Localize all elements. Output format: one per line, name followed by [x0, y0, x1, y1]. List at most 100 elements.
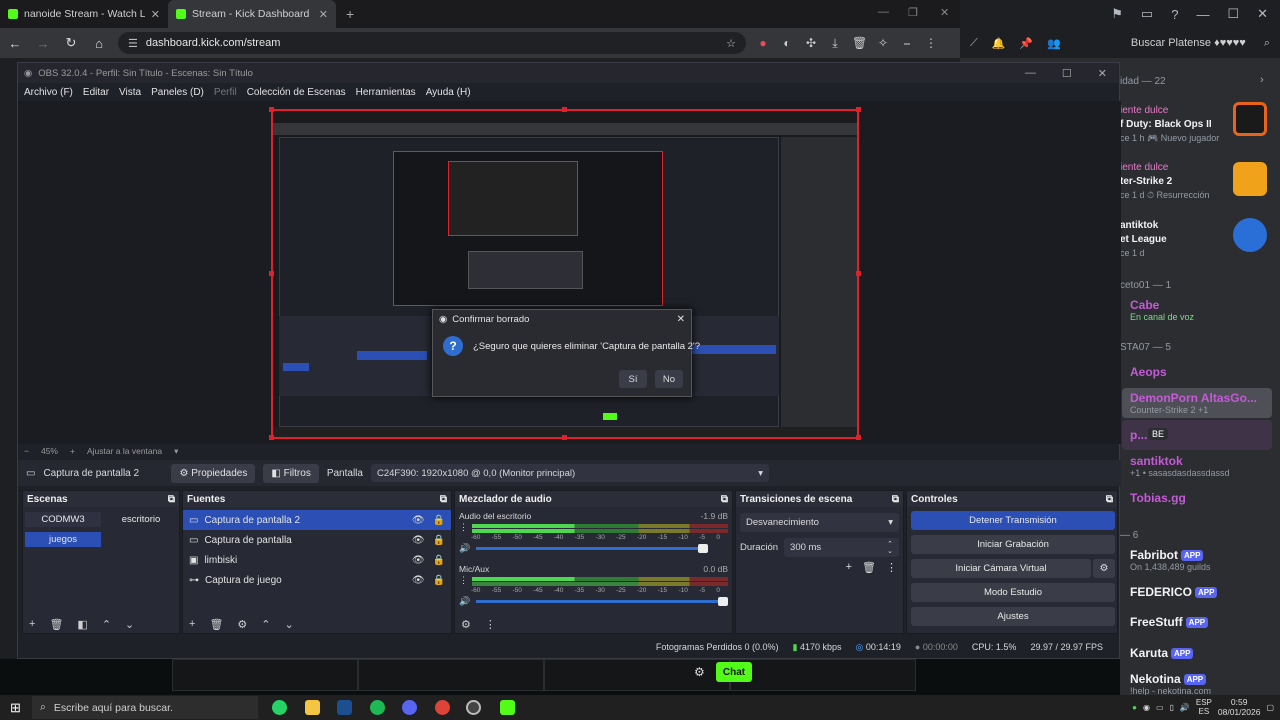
- filter-icon[interactable]: ◧: [77, 618, 87, 631]
- volume-slider[interactable]: [476, 543, 708, 553]
- reload-icon[interactable]: ↻: [62, 35, 80, 51]
- add-icon[interactable]: +: [29, 618, 35, 630]
- slider-knob[interactable]: [718, 596, 728, 606]
- members-icon[interactable]: 👥: [1047, 37, 1061, 50]
- extension-shield-icon[interactable]: ◐: [780, 36, 794, 50]
- trash-icon[interactable]: 🗑: [209, 618, 223, 631]
- add-icon[interactable]: +: [189, 618, 195, 630]
- browser-tab-stream[interactable]: nanoide Stream - Watch Live o ✕: [0, 0, 168, 28]
- resize-handle[interactable]: [562, 435, 567, 440]
- tray-app-icon[interactable]: ●: [1132, 703, 1137, 712]
- properties-button[interactable]: ⚙ Propiedades: [171, 463, 256, 483]
- speaker-icon[interactable]: 🔊: [459, 596, 470, 607]
- minimize-icon[interactable]: —: [878, 6, 889, 18]
- zoom-out-icon[interactable]: −: [24, 446, 29, 456]
- scene-codmw3[interactable]: CODMW3: [25, 512, 101, 527]
- bookmark-star-icon[interactable]: ☆: [726, 37, 736, 50]
- close-window-icon[interactable]: ✕: [1257, 6, 1268, 22]
- obs-icon[interactable]: [466, 700, 481, 715]
- bot-federico[interactable]: FEDERICO APP: [1130, 585, 1218, 599]
- bot-fabribot[interactable]: Fabribot APP: [1130, 548, 1204, 562]
- kick-icon[interactable]: [500, 700, 515, 715]
- stop-streaming-button[interactable]: Detener Transmisión: [911, 511, 1115, 530]
- move-down-icon[interactable]: ⌄: [285, 618, 294, 631]
- undock-icon[interactable]: ⧉: [892, 494, 899, 505]
- close-window-icon[interactable]: ✕: [1098, 67, 1107, 80]
- member-aeops[interactable]: Aeops: [1130, 365, 1167, 379]
- new-tab-icon[interactable]: +: [336, 6, 364, 22]
- gear-icon[interactable]: ⚙: [237, 618, 247, 631]
- resize-handle[interactable]: [856, 271, 861, 276]
- eye-icon[interactable]: 👁: [412, 535, 425, 546]
- zoom-in-icon[interactable]: +: [70, 446, 75, 456]
- extension-star-icon[interactable]: ✧: [876, 36, 890, 50]
- transition-select[interactable]: Desvanecimiento ▾: [740, 513, 899, 532]
- eye-icon[interactable]: 👁: [412, 515, 425, 526]
- resize-handle[interactable]: [269, 107, 274, 112]
- resize-handle[interactable]: [856, 107, 861, 112]
- pin-thread-icon[interactable]: 📌: [1019, 37, 1033, 50]
- help-icon[interactable]: ?: [1171, 7, 1178, 22]
- menu-dots-icon[interactable]: ⋮: [485, 618, 496, 631]
- menu-ayuda[interactable]: Ayuda (H): [426, 87, 471, 98]
- settings-button[interactable]: Ajustes: [911, 607, 1115, 626]
- member-cabe[interactable]: Cabe: [1130, 298, 1159, 312]
- obs-preview[interactable]: ◉ Confirmar borrado ✕ ? ¿Seguro que quie…: [18, 101, 1121, 444]
- source-row[interactable]: ▭ Captura de pantalla 2 👁 🔒: [183, 510, 451, 530]
- chevron-down-icon[interactable]: ▾: [174, 446, 178, 457]
- trash-icon[interactable]: 🗑: [49, 618, 63, 631]
- lock-icon[interactable]: 🔒: [433, 515, 445, 526]
- minimize-icon[interactable]: —: [1025, 67, 1036, 80]
- close-tab-icon[interactable]: ✕: [319, 8, 328, 21]
- tray-app-icon[interactable]: ◉: [1143, 703, 1150, 712]
- extension-red-icon[interactable]: ●: [756, 36, 770, 50]
- menu-dots-icon[interactable]: ⋮: [459, 522, 468, 533]
- minimize-icon[interactable]: —: [1196, 7, 1209, 22]
- search-icon[interactable]: ⌕: [1264, 37, 1270, 50]
- close-icon[interactable]: ✕: [677, 314, 691, 325]
- move-up-icon[interactable]: ⌃: [102, 618, 111, 631]
- menu-dots-icon[interactable]: ⋮: [459, 575, 468, 586]
- menu-editar[interactable]: Editar: [83, 87, 109, 98]
- move-up-icon[interactable]: ⌃: [261, 618, 270, 631]
- duration-field[interactable]: 300 ms ⌃ ⌄: [784, 538, 899, 557]
- speaker-icon[interactable]: 🔊: [459, 543, 470, 554]
- discord-icon[interactable]: [402, 700, 417, 715]
- home-icon[interactable]: ⌂: [90, 36, 108, 51]
- eye-icon[interactable]: 👁: [412, 555, 425, 566]
- back-icon[interactable]: ←: [6, 36, 24, 51]
- member-santiktok[interactable]: santiktok: [1130, 454, 1183, 468]
- steam-icon[interactable]: [337, 700, 352, 715]
- inbox-flag-icon[interactable]: ⚑: [1111, 6, 1123, 22]
- undock-icon[interactable]: ⧉: [721, 494, 728, 505]
- spotify-icon[interactable]: [370, 700, 385, 715]
- source-row[interactable]: ▭ Captura de pantalla 👁 🔒: [183, 530, 451, 550]
- volume-icon[interactable]: 🔊: [1180, 703, 1190, 712]
- trash-icon[interactable]: 🗑: [852, 36, 867, 50]
- fit-window-label[interactable]: Ajustar a la ventana: [87, 446, 162, 456]
- menu-dots-icon[interactable]: ⋮: [886, 561, 897, 574]
- gear-icon[interactable]: ⚙: [694, 665, 705, 679]
- bell-icon[interactable]: 🔔: [992, 37, 1006, 50]
- tray-app-icon[interactable]: ▭: [1156, 703, 1164, 712]
- add-icon[interactable]: +: [846, 561, 852, 574]
- move-down-icon[interactable]: ⌄: [125, 618, 134, 631]
- start-virtual-camera-button[interactable]: Iniciar Cámara Virtual: [911, 559, 1091, 578]
- menu-perfil[interactable]: Perfil: [214, 87, 237, 98]
- display-select[interactable]: C24F390: 1920x1080 @ 0,0 (Monitor princi…: [370, 464, 769, 482]
- language-indicator[interactable]: ESP ES: [1196, 698, 1212, 716]
- site-info-icon[interactable]: ☰: [128, 37, 138, 50]
- browser-menu-icon[interactable]: ⋮: [924, 36, 938, 50]
- menu-vista[interactable]: Vista: [119, 87, 141, 98]
- menu-paneles[interactable]: Paneles (D): [151, 87, 204, 98]
- trash-icon[interactable]: 🗑: [862, 561, 876, 574]
- member-tobias[interactable]: Tobias.gg: [1130, 491, 1186, 505]
- undock-icon[interactable]: ⧉: [1106, 494, 1113, 505]
- lock-icon[interactable]: 🔒: [433, 575, 445, 586]
- restore-icon[interactable]: ❐: [908, 6, 918, 19]
- screen-icon[interactable]: ▭: [1141, 6, 1153, 22]
- browser-tab-dashboard[interactable]: Stream - Kick Dashboard ✕: [168, 0, 336, 28]
- discord-search-field[interactable]: Buscar Platense ♦♥♥♥♥: [1131, 37, 1246, 49]
- forward-icon[interactable]: →: [34, 36, 52, 51]
- stepper-icon[interactable]: ⌃ ⌄: [887, 541, 893, 555]
